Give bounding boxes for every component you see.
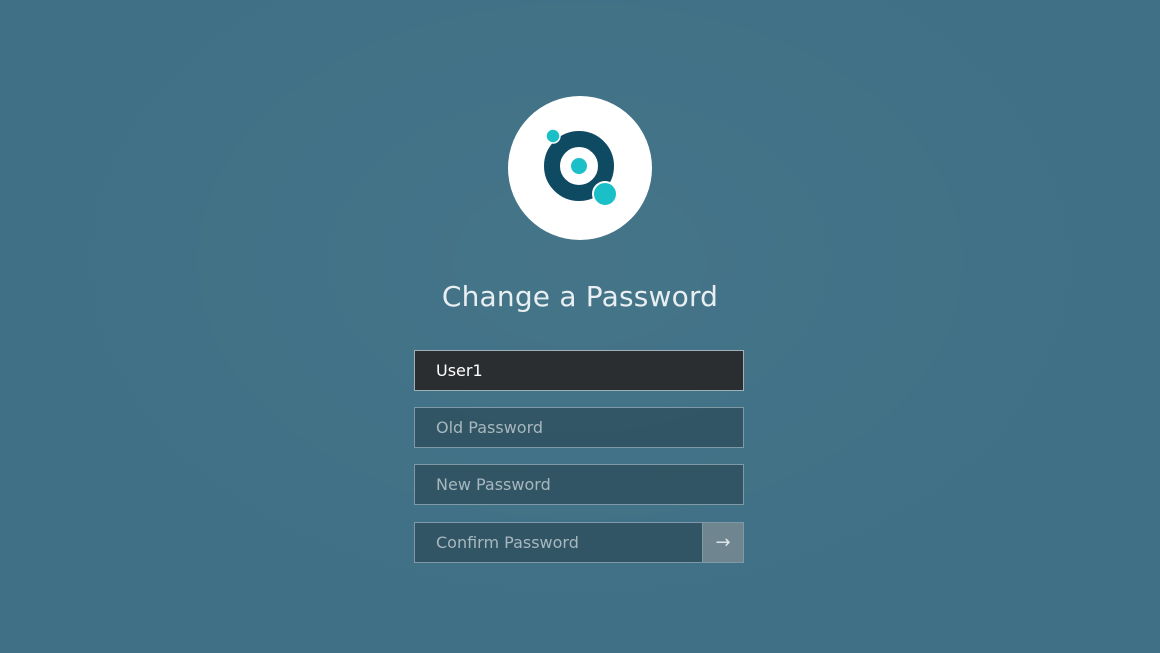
page-title: Change a Password xyxy=(441,280,719,313)
logo-core xyxy=(571,158,587,174)
logo-large-moon xyxy=(592,181,618,207)
logo-small-moon xyxy=(545,128,561,144)
old-password-field-wrapper xyxy=(414,407,744,448)
confirm-password-field-wrapper: → xyxy=(414,522,744,563)
new-password-field-wrapper xyxy=(414,464,744,505)
arrow-right-icon: → xyxy=(715,532,731,553)
orbit-logo-icon xyxy=(544,128,618,207)
app-logo xyxy=(508,96,652,240)
username-field-wrapper xyxy=(414,350,744,391)
login-screen: Change a Password → xyxy=(0,0,1160,653)
submit-button[interactable]: → xyxy=(702,523,743,562)
confirm-password-field[interactable] xyxy=(415,523,704,562)
old-password-field[interactable] xyxy=(415,408,743,447)
new-password-field[interactable] xyxy=(415,465,743,504)
username-field[interactable] xyxy=(415,351,743,390)
